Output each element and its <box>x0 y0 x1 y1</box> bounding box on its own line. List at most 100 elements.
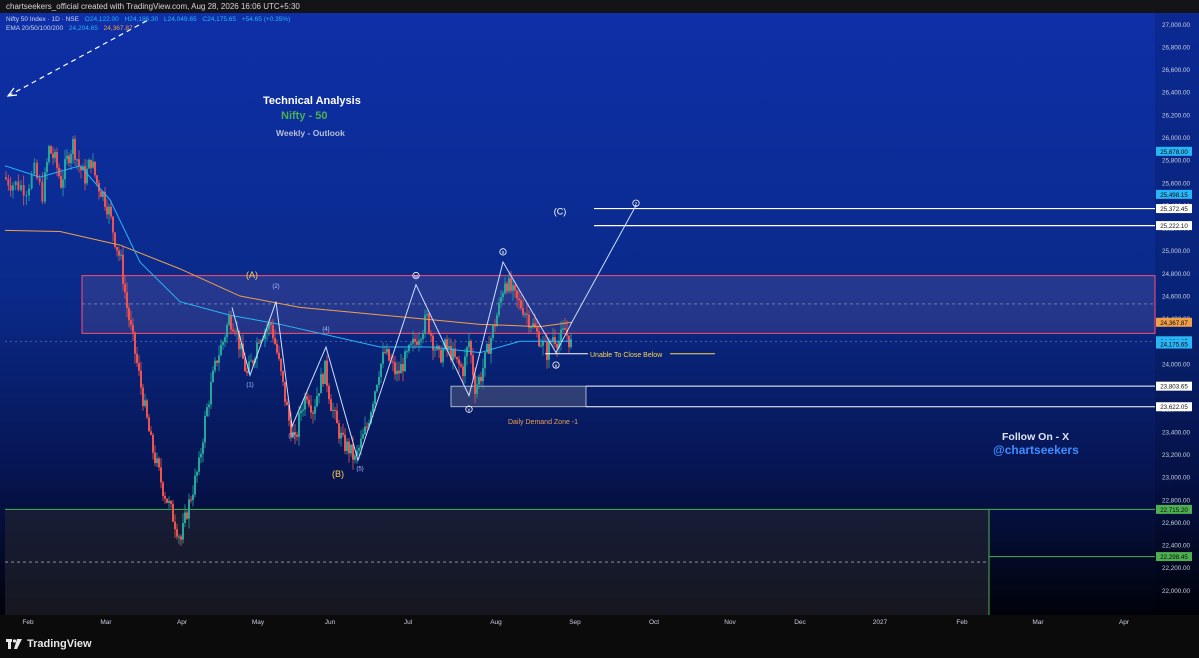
price-tag-label: 24,175.65 <box>1160 342 1188 349</box>
candle-body <box>174 521 176 530</box>
candle-body <box>426 313 428 316</box>
candle-body <box>280 358 282 372</box>
candle-body <box>228 315 230 325</box>
candle-body <box>410 343 412 346</box>
candle-body <box>536 327 538 332</box>
candle-body <box>502 293 504 298</box>
candle-body <box>186 512 188 519</box>
candle-body <box>22 185 25 196</box>
candle-body <box>130 320 132 325</box>
candle-body <box>362 434 364 439</box>
candle-body <box>196 471 198 476</box>
ema-legend[interactable]: EMA 20/50/100/200 24,204.65 24,367.87 <box>6 25 137 32</box>
candle-body <box>318 393 320 397</box>
candle-body <box>180 536 182 540</box>
y-tick-label: 23,200.00 <box>1162 452 1191 459</box>
candle-body <box>330 399 332 411</box>
candle-body <box>478 376 480 385</box>
attribution-bar: chartseekers_official created with Tradi… <box>0 0 1199 13</box>
candle-body <box>372 403 374 413</box>
candle-body <box>402 363 404 372</box>
candle-body <box>148 417 150 432</box>
candle-body <box>354 455 356 460</box>
candle-body <box>74 138 76 160</box>
chart-area[interactable]: w y x x z (1) (2) (3) (4) (5) (A) (B) (C) Unable To C… <box>0 13 1199 658</box>
candle-body <box>476 384 478 394</box>
candle-body <box>434 349 436 351</box>
candle-body <box>490 338 492 354</box>
candle-body <box>562 328 564 330</box>
twitter-handle[interactable]: @chartseekers <box>993 443 1079 457</box>
y-tick-label: 24,600.00 <box>1162 294 1191 301</box>
candle-body <box>470 341 472 356</box>
candle-body <box>204 416 206 443</box>
candle-body <box>158 458 160 468</box>
y-tick-label: 22,200.00 <box>1162 565 1191 572</box>
candle-body <box>564 328 566 330</box>
candle-body <box>422 333 424 339</box>
candle-body <box>46 162 48 173</box>
candle-body <box>344 434 346 451</box>
ema-value-1: 24,204.65 <box>68 25 98 32</box>
y-tick-label: 22,400.00 <box>1162 543 1191 550</box>
candle-body <box>234 331 236 333</box>
candle-body <box>28 188 30 196</box>
candle-body <box>162 482 164 496</box>
candle-body <box>366 426 368 428</box>
candle-body <box>136 353 138 363</box>
candle-body <box>332 409 334 411</box>
tradingview-logo[interactable]: TradingView <box>6 638 92 650</box>
candle-body <box>86 168 88 184</box>
candle-body <box>124 284 126 293</box>
candle-body <box>224 337 226 342</box>
candle-body <box>120 254 122 256</box>
candle-body <box>520 300 522 309</box>
candle-body <box>302 409 304 411</box>
candle-body <box>314 406 316 414</box>
candle-body <box>214 360 216 371</box>
candle-body <box>206 407 208 417</box>
candle-body <box>464 356 466 377</box>
candle-body <box>76 159 78 161</box>
candle-body <box>38 178 41 182</box>
y-tick-label: 22,600.00 <box>1162 520 1191 527</box>
footer-bar: TradingView <box>0 632 1199 658</box>
candle-body <box>188 499 190 519</box>
price-chart[interactable]: w y x x z (1) (2) (3) (4) (5) (A) (B) (C) Unable To C… <box>0 13 1199 658</box>
analysis-subtitle: Nifty - 50 <box>281 110 328 122</box>
candle-body <box>500 297 502 303</box>
candle-body <box>310 405 312 413</box>
follow-label: Follow On - X <box>1002 431 1070 443</box>
candle-body <box>412 338 414 344</box>
candle-body <box>84 166 86 184</box>
y-tick-label: 25,800.00 <box>1162 158 1191 165</box>
candle-body <box>398 370 400 374</box>
candle-body <box>270 323 272 325</box>
y-tick-label: 22,000.00 <box>1162 588 1191 595</box>
candle-body <box>194 475 196 495</box>
wave-marker-x2-label: x <box>555 363 558 369</box>
symbol-legend[interactable]: Nifty 50 Index · 1D · NSE O24,122.00 H24… <box>6 16 294 23</box>
candle-body <box>160 467 162 483</box>
candle-body <box>246 371 248 373</box>
candle-body <box>110 206 112 217</box>
candle-body <box>126 292 128 309</box>
candle-body <box>322 374 324 384</box>
candle-body <box>236 330 238 332</box>
candle-body <box>504 283 506 294</box>
candle-body <box>462 366 464 377</box>
candle-body <box>374 391 376 404</box>
wave-marker-y-label: y <box>468 407 471 413</box>
candle-body <box>17 181 20 190</box>
candle-body <box>468 341 470 348</box>
price-tag-label: 25,498.15 <box>1160 192 1188 199</box>
candle-body <box>548 341 550 360</box>
x-tick-label: Nov <box>724 619 736 626</box>
candle-body <box>154 452 156 464</box>
candle-body <box>178 536 180 538</box>
candle-body <box>300 410 302 414</box>
candle-body <box>324 360 326 384</box>
x-tick-label: Apr <box>1119 619 1130 626</box>
y-tick-label: 26,800.00 <box>1162 44 1191 51</box>
candle-body <box>252 360 254 363</box>
